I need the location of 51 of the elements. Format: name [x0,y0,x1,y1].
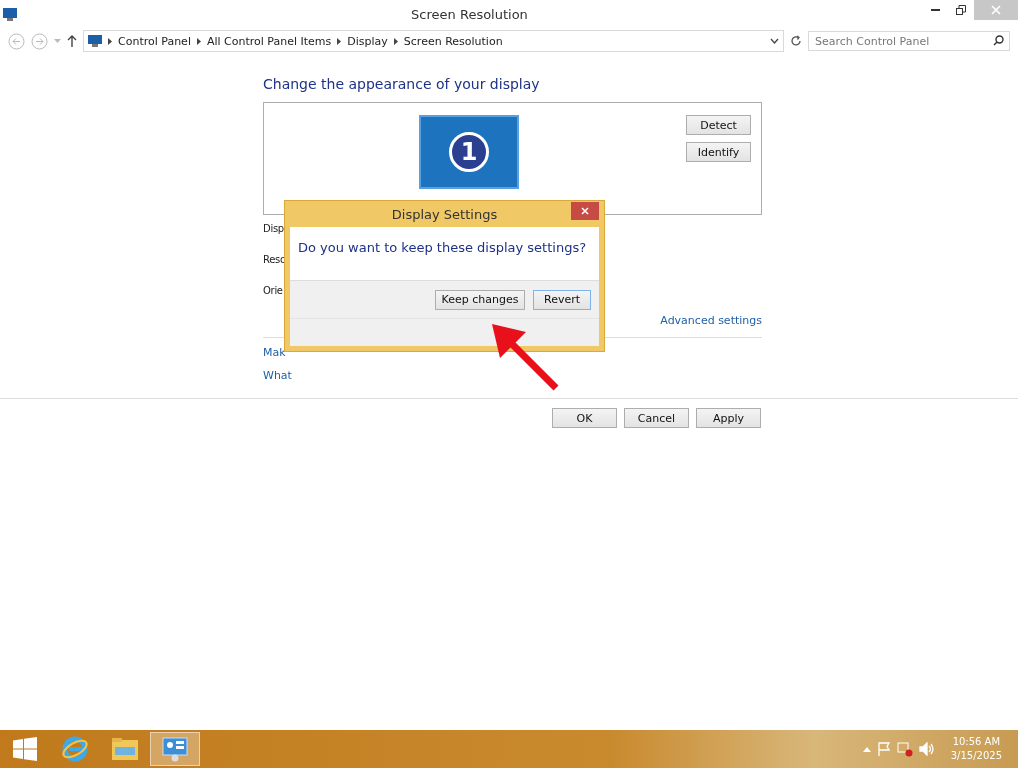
breadcrumb-item[interactable]: Screen Resolution [403,34,503,48]
dialog-message: Do you want to keep these display settings? [298,240,587,255]
control-panel-icon [162,736,188,762]
dialog-button[interactable]: Keep changes [435,289,525,310]
speaker-icon[interactable] [918,742,935,756]
window-title: Screen Resolution [410,6,529,22]
chevron-icon [393,37,398,45]
forward-icon[interactable] [31,32,48,50]
restore-icon [956,5,966,15]
breadcrumb-item[interactable]: All Control Panel Items [206,34,332,48]
search-icon [993,35,1004,46]
close-icon [991,5,1001,15]
dialog-button[interactable]: Revert [533,289,591,310]
monitor-number: 1 [449,132,489,172]
dialog-action-button[interactable]: Apply [696,408,761,428]
dropdown-icon[interactable] [54,39,61,43]
setting-label: Disp [263,223,284,236]
close-icon [581,207,589,215]
taskbar-app[interactable] [150,732,200,766]
search-field[interactable]: Search Control Panel [808,31,1010,51]
setting-label: Orie [263,285,283,298]
advanced-settings-link[interactable]: Advanced settings [660,314,762,327]
chevron-icon [337,37,342,45]
setting-label: Reso [263,254,286,267]
back-icon[interactable] [8,32,25,50]
panel-button[interactable]: Identify [686,142,751,162]
dialog-title: Display Settings [390,206,499,222]
address-bar[interactable]: Control Panel All Control Panel Items Display Screen Resolution [83,30,784,52]
monitor-icon [88,35,102,47]
minimize-icon [930,9,940,11]
up-arrow-icon[interactable] [67,35,77,47]
breadcrumb-item[interactable]: Display [347,34,388,48]
panel-button[interactable]: Detect [686,115,751,135]
flag-icon[interactable] [876,742,891,756]
dialog-action-button[interactable]: Cancel [624,408,689,428]
page-heading: Change the appearance of your display [263,76,541,92]
monitor-tile[interactable]: 1 [419,115,519,189]
folder-icon [111,737,139,761]
monitor-icon [3,7,17,21]
dialog-close-button[interactable] [571,202,599,220]
chevron-icon [196,37,201,45]
dialog-action-button[interactable]: OK [552,408,617,428]
chevron-icon [108,37,112,45]
arrow-icon [490,322,560,392]
help-link[interactable]: What [263,369,762,382]
browser-icon [61,735,89,763]
refresh-icon[interactable] [790,35,802,47]
caret-up-icon[interactable] [862,746,871,752]
breadcrumb-item[interactable]: Control Panel [118,34,191,48]
windows-logo-icon [13,737,37,761]
chevron-down-icon[interactable] [770,38,779,44]
